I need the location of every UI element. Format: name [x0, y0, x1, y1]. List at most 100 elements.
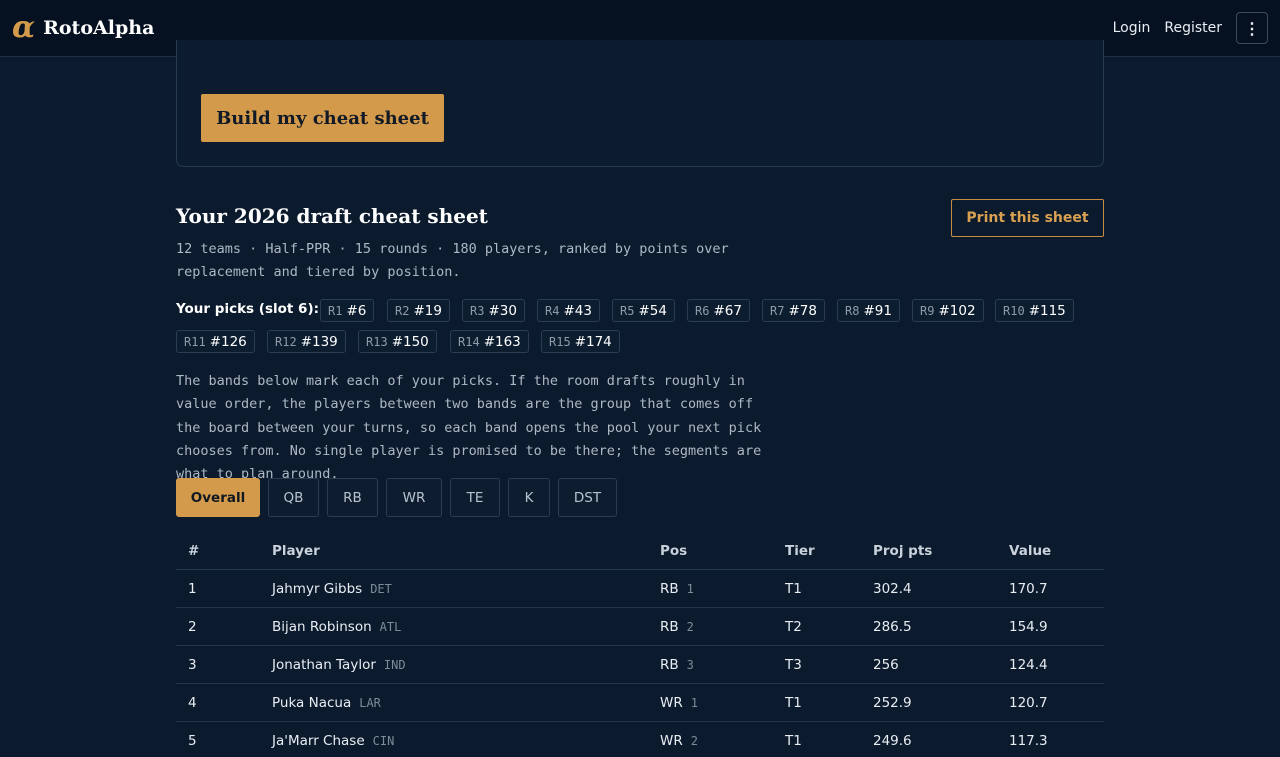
more-menu-button[interactable]: ⋮ — [1236, 12, 1268, 44]
nav-actions: Login Register ⋮ — [1113, 12, 1268, 44]
pick-chip: R15 #174 — [541, 330, 620, 353]
pick-number: #91 — [863, 302, 892, 319]
player-team: ATL — [379, 620, 402, 634]
picks-label: Your picks (slot 6): — [176, 301, 320, 317]
header-proj-pts[interactable]: Proj pts — [873, 543, 932, 559]
sheet-subtitle: 12 teams · Half-PPR · 15 rounds · 180 pl… — [176, 241, 729, 280]
pick-number: #54 — [638, 302, 667, 319]
cell-proj: 249.6 — [873, 733, 912, 749]
pick-number: #78 — [788, 302, 817, 319]
tab-wr[interactable]: WR — [386, 478, 442, 517]
pos-rank: 1 — [690, 696, 698, 710]
cell-value: 120.7 — [1009, 695, 1048, 711]
pick-round: R2 — [395, 303, 410, 318]
alpha-logo-icon[interactable]: α — [12, 13, 35, 43]
tab-k[interactable]: K — [508, 478, 550, 517]
cell-rank: 3 — [188, 657, 197, 673]
login-link[interactable]: Login — [1113, 20, 1151, 36]
table-header: # Player Pos Tier Proj pts Value — [176, 532, 1104, 570]
cell-pos: WR 2 — [660, 733, 698, 749]
bands-explanation: The bands below mark each of your picks.… — [176, 373, 762, 483]
cell-tier: T1 — [785, 695, 802, 711]
cell-player: Ja'Marr Chase CIN — [272, 733, 394, 749]
pick-round: R7 — [770, 303, 785, 318]
cell-value: 154.9 — [1009, 619, 1048, 635]
cell-pos: RB 1 — [660, 581, 694, 597]
pick-number: #30 — [488, 302, 517, 319]
pick-chip: R9 #102 — [912, 299, 984, 322]
player-name: Jahmyr Gibbs — [272, 581, 363, 597]
cell-tier: T2 — [785, 619, 802, 635]
pick-chip: R13 #150 — [358, 330, 437, 353]
print-sheet-button[interactable]: Print this sheet — [951, 199, 1104, 237]
pick-round: R6 — [695, 303, 710, 318]
cell-proj: 302.4 — [873, 581, 912, 597]
header-pos[interactable]: Pos — [660, 543, 687, 559]
player-name: Jonathan Taylor — [272, 657, 376, 673]
brand-name[interactable]: RotoAlpha — [43, 17, 154, 39]
pos-label: RB — [660, 657, 679, 673]
player-name: Puka Nacua — [272, 695, 352, 711]
cell-player: Jonathan Taylor IND — [272, 657, 406, 673]
table-row[interactable]: 3 Jonathan Taylor IND RB 3 T3 256 124.4 — [176, 646, 1104, 684]
pick-number: #126 — [209, 333, 247, 350]
pick-chip: R5 #54 — [612, 299, 675, 322]
table-row[interactable]: 5 Ja'Marr Chase CIN WR 2 T1 249.6 117.3 — [176, 722, 1104, 757]
pos-label: RB — [660, 581, 679, 597]
build-cheat-sheet-button[interactable]: Build my cheat sheet — [201, 94, 444, 142]
tab-overall[interactable]: Overall — [176, 478, 260, 517]
pick-chip: R1 #6 — [320, 299, 375, 322]
cell-pos: RB 3 — [660, 657, 694, 673]
cell-player: Puka Nacua LAR — [272, 695, 381, 711]
tab-dst[interactable]: DST — [558, 478, 617, 517]
pick-number: #19 — [413, 302, 442, 319]
pick-round: R8 — [845, 303, 860, 318]
table-row[interactable]: 2 Bijan Robinson ATL RB 2 T2 286.5 154.9 — [176, 608, 1104, 646]
cell-value: 124.4 — [1009, 657, 1048, 673]
cell-rank: 1 — [188, 581, 197, 597]
tab-rb[interactable]: RB — [327, 478, 378, 517]
player-team: CIN — [372, 734, 395, 748]
cell-rank: 4 — [188, 695, 197, 711]
pos-rank: 3 — [686, 658, 694, 672]
pick-number: #67 — [713, 302, 742, 319]
pick-chip: R3 #30 — [462, 299, 525, 322]
pick-chip: R2 #19 — [387, 299, 450, 322]
pos-label: WR — [660, 733, 683, 749]
pick-chip: R14 #163 — [450, 330, 529, 353]
pick-number: #6 — [346, 302, 367, 319]
pick-round: R13 — [366, 334, 388, 349]
pick-number: #43 — [563, 302, 592, 319]
pos-label: WR — [660, 695, 683, 711]
player-team: IND — [383, 658, 406, 672]
register-link[interactable]: Register — [1164, 20, 1222, 36]
pick-round: R5 — [620, 303, 635, 318]
header-player[interactable]: Player — [272, 543, 320, 559]
cell-tier: T1 — [785, 733, 802, 749]
table-row[interactable]: 1 Jahmyr Gibbs DET RB 1 T1 302.4 170.7 — [176, 570, 1104, 608]
cell-rank: 5 — [188, 733, 197, 749]
cell-proj: 286.5 — [873, 619, 912, 635]
pick-round: R9 — [920, 303, 935, 318]
cell-tier: T1 — [785, 581, 802, 597]
pick-round: R12 — [275, 334, 297, 349]
header-rank[interactable]: # — [188, 543, 199, 559]
table-row[interactable]: 4 Puka Nacua LAR WR 1 T1 252.9 120.7 — [176, 684, 1104, 722]
pos-rank: 2 — [686, 620, 694, 634]
player-name: Bijan Robinson — [272, 619, 372, 635]
cell-tier: T3 — [785, 657, 802, 673]
cell-value: 117.3 — [1009, 733, 1048, 749]
cell-proj: 256 — [873, 657, 899, 673]
header-value[interactable]: Value — [1009, 543, 1051, 559]
kebab-menu-icon: ⋮ — [1244, 18, 1260, 38]
pick-round: R3 — [470, 303, 485, 318]
pick-round: R11 — [184, 334, 206, 349]
pick-chip: R11 #126 — [176, 330, 255, 353]
header-tier[interactable]: Tier — [785, 543, 815, 559]
tab-te[interactable]: TE — [450, 478, 500, 517]
cell-rank: 2 — [188, 619, 197, 635]
pos-rank: 1 — [686, 582, 694, 596]
player-name: Ja'Marr Chase — [272, 733, 365, 749]
tab-qb[interactable]: QB — [268, 478, 319, 517]
player-team: LAR — [359, 696, 381, 710]
